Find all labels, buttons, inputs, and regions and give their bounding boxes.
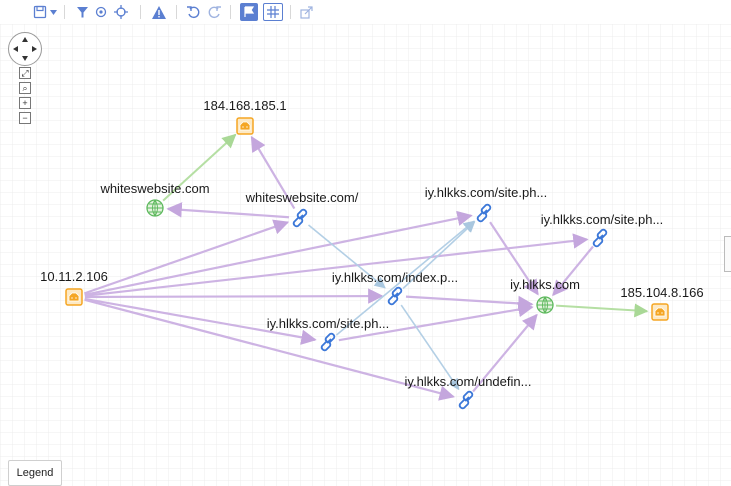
filter-icon[interactable] [74, 3, 90, 21]
toolbar-divider [176, 5, 177, 19]
graph-canvas[interactable]: 184.168.185.1 whiteswebsite.com whiteswebs… [0, 0, 731, 486]
panel-resize-handle[interactable] [724, 236, 731, 272]
zoom-search-icon[interactable]: ⌕ [19, 82, 31, 94]
graph-edge[interactable] [84, 288, 384, 304]
save-icon[interactable] [32, 3, 48, 21]
toolbar-divider [140, 5, 141, 19]
node-label: iy.hlkks.com/site.ph... [541, 212, 664, 227]
chevron-down-icon[interactable] [49, 3, 57, 21]
crosshair-icon[interactable] [113, 3, 129, 21]
graph-node-domain-icon[interactable] [536, 296, 554, 314]
node-label: 184.168.185.1 [203, 98, 286, 113]
node-label: 185.104.8.166 [620, 285, 703, 300]
node-label: iy.hlkks.com/undefin... [405, 374, 532, 389]
warning-icon[interactable] [151, 3, 167, 21]
toolbar-divider [290, 5, 291, 19]
graph-node-host-icon[interactable] [65, 288, 83, 306]
node-label: 10.11.2.106 [40, 269, 108, 284]
export-icon[interactable] [298, 3, 314, 21]
undo-icon[interactable] [186, 3, 200, 21]
toolbar-divider [64, 5, 65, 19]
zoom-in-button[interactable]: + [19, 97, 31, 109]
node-label: iy.hlkks.com/index.p... [332, 270, 458, 285]
graph-node-host-icon[interactable] [651, 303, 669, 321]
toolbar-divider [230, 5, 231, 19]
flag-icon[interactable] [240, 3, 258, 21]
node-label: whiteswebsite.com/ [245, 190, 359, 205]
toolbar [0, 0, 731, 24]
node-label: whiteswebsite.com [99, 181, 209, 196]
fit-to-screen-icon[interactable]: ⤢ [19, 67, 31, 79]
pan-control[interactable] [8, 32, 42, 66]
node-label: iy.hlkks.com [510, 277, 580, 292]
node-label: iy.hlkks.com/site.ph... [267, 316, 390, 331]
grid-icon[interactable] [263, 3, 283, 21]
node-label: iy.hlkks.com/site.ph... [425, 185, 548, 200]
legend-button[interactable]: Legend [8, 460, 62, 486]
redo-icon[interactable] [207, 3, 221, 21]
zoom-out-button[interactable]: − [19, 112, 31, 124]
graph-node-domain-icon[interactable] [146, 199, 164, 217]
settings-icon[interactable] [93, 3, 109, 21]
graph-node-host-icon[interactable] [236, 117, 254, 135]
